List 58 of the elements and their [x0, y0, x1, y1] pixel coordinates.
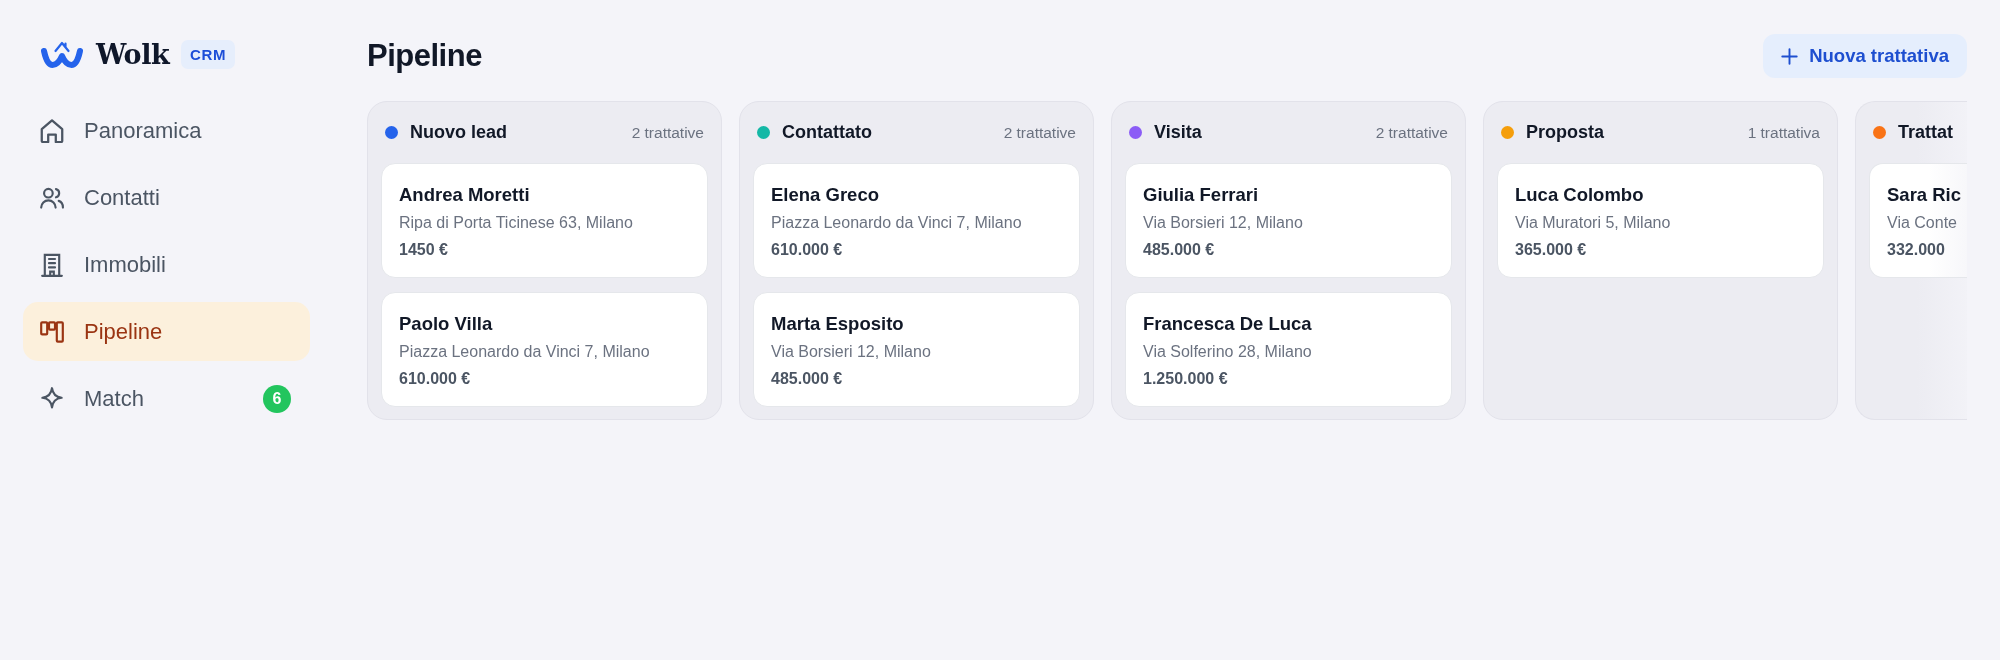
contact-name: Giulia Ferrari	[1143, 183, 1259, 207]
deal-card[interactable]: Luca Colombo Via Muratori 5, Milano 365.000 €	[1497, 163, 1824, 278]
deal-price: 365.000 €	[1515, 240, 1587, 260]
contact-name: Francesca De Luca	[1143, 312, 1312, 336]
logo-icon	[40, 39, 84, 69]
deal-card[interactable]: Marta Esposito Via Borsieri 12, Milano 485.000 €	[753, 292, 1080, 407]
users-icon	[40, 186, 64, 209]
nav-item[interactable]: Match 6	[23, 369, 310, 428]
deal-card[interactable]: Francesca De Luca Via Solferino 28, Milano 1.250.000 €	[1125, 292, 1452, 407]
deal-card[interactable]: Paolo Villa Piazza Leonardo da Vinci 7, Milano 610.000 €	[381, 292, 708, 407]
property-address: Via Borsieri 12, Milano	[1143, 213, 1303, 233]
home-icon	[40, 118, 64, 143]
contact-name: Luca Colombo	[1515, 183, 1644, 207]
nav-item[interactable]: Panoramica	[23, 101, 310, 160]
deal-price: 485.000 €	[771, 369, 843, 389]
product-badge: CRM	[181, 39, 236, 69]
property-address: Via Muratori 5, Milano	[1515, 213, 1671, 233]
property-address: Via Conte	[1887, 213, 1957, 233]
property-address: Via Borsieri 12, Milano	[771, 342, 931, 362]
column-title: Visita	[1154, 122, 1202, 143]
deal-card[interactable]: Giulia Ferrari Via Borsieri 12, Milano 485.000 €	[1125, 163, 1452, 278]
contact-name: Elena Greco	[771, 183, 879, 207]
deal-card[interactable]: Sara Ric Via Conte 332.000	[1869, 163, 1967, 278]
deal-price: 610.000 €	[771, 240, 843, 260]
column-title: Trattat	[1898, 122, 1953, 143]
page-title: Pipeline	[367, 38, 482, 74]
contact-name: Paolo Villa	[399, 312, 493, 336]
property-address: Piazza Leonardo da Vinci 7, Milano	[771, 213, 1022, 233]
deal-count: 2 trattative	[631, 123, 704, 142]
brand-name: Wolk	[96, 38, 170, 70]
deal-price: 1450 €	[399, 240, 448, 260]
kanban-icon	[40, 320, 64, 343]
deal-count: 2 trattative	[1003, 123, 1076, 142]
building-icon	[40, 252, 64, 277]
deal-card[interactable]: Andrea Moretti Ripa di Porta Ticinese 63, Milano 1450 €	[381, 163, 708, 278]
column-title: Contattato	[782, 122, 872, 143]
count-badge: 6	[263, 384, 291, 413]
contact-name: Marta Esposito	[771, 312, 904, 336]
property-address: Piazza Leonardo da Vinci 7, Milano	[399, 342, 650, 362]
deal-card[interactable]: Elena Greco Piazza Leonardo da Vinci 7, Milano 610.000 €	[753, 163, 1080, 278]
deal-price: 1.250.000 €	[1143, 369, 1228, 389]
deal-price: 332.000	[1887, 240, 1945, 260]
deal-price: 485.000 €	[1143, 240, 1215, 260]
contact-name: Sara Ric	[1887, 183, 1962, 207]
column-title: Nuovo lead	[410, 122, 507, 143]
deal-count: 2 trattative	[1375, 123, 1448, 142]
sparkle-icon	[40, 386, 64, 411]
plus-icon	[1781, 47, 1799, 65]
nav-item[interactable]: Contatti	[23, 168, 310, 227]
new-deal-button[interactable]: Nuova trattativa	[1763, 34, 1967, 78]
nav-item[interactable]: Immobili	[23, 235, 310, 294]
deal-count: 1 trattativa	[1747, 123, 1820, 142]
property-address: Via Solferino 28, Milano	[1143, 342, 1312, 362]
nav-item[interactable]: Pipeline	[23, 302, 310, 361]
column-title: Proposta	[1526, 122, 1604, 143]
deal-price: 610.000 €	[399, 369, 471, 389]
property-address: Ripa di Porta Ticinese 63, Milano	[399, 213, 633, 233]
contact-name: Andrea Moretti	[399, 183, 530, 207]
